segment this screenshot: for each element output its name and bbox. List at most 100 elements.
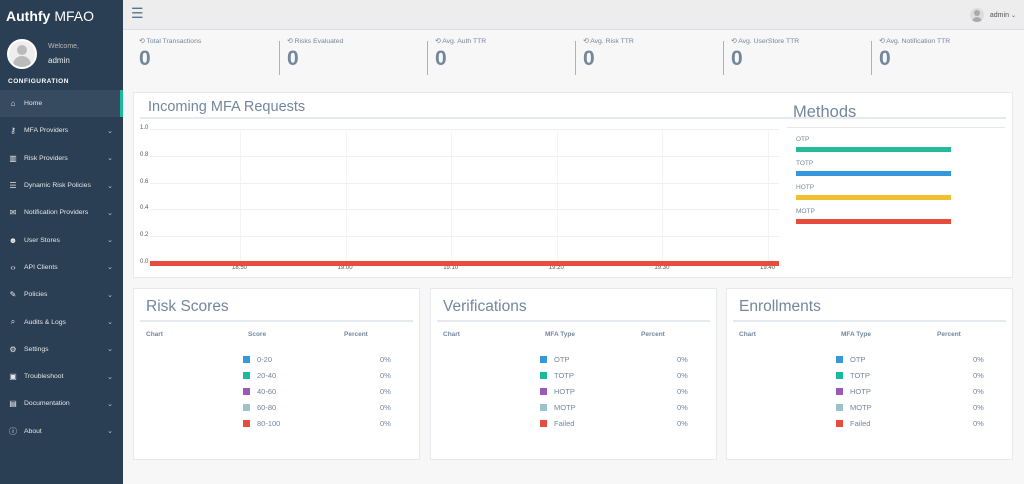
sidebar-item-about[interactable]: ⓘ About ⌄ xyxy=(0,418,123,445)
legend-label: 20-40 xyxy=(257,371,277,380)
legend-label: OTP xyxy=(850,355,866,364)
stat-value: 0 xyxy=(435,47,447,70)
chevron-down-icon: ⌄ xyxy=(107,428,113,436)
users-icon: ☻ xyxy=(8,235,18,245)
sidebar-item-user-stores[interactable]: ☻ User Stores ⌄ xyxy=(0,226,123,253)
legend-row: OTP xyxy=(836,355,865,364)
legend-swatch xyxy=(243,404,250,411)
sidebar-item-label: Risk Providers xyxy=(24,154,68,162)
method-row: TOTP xyxy=(787,160,1005,176)
legend-row: MOTP xyxy=(540,403,576,412)
line-chart: 1.0 0.8 0.6 0.4 0.2 0.0 18:50 19:00 19:10 19:20 19… xyxy=(134,121,784,276)
legend-row: 60-80 xyxy=(243,403,276,412)
sidebar-item-settings[interactable]: ⚙ Settings ⌄ xyxy=(0,336,123,363)
legend-swatch xyxy=(836,372,843,379)
clock-icon: ⟲ xyxy=(583,38,589,45)
sidebar-item-home[interactable]: ⌂ Home xyxy=(0,90,123,118)
column-header: Chart xyxy=(443,331,460,338)
stat-label: Avg. Notification TTR xyxy=(886,38,951,45)
sidebar-item-documentation[interactable]: ▤ Documentation ⌄ xyxy=(0,390,123,417)
legend-swatch xyxy=(836,404,843,411)
percent-value: 0% xyxy=(380,403,391,412)
methods-title: Methods xyxy=(787,99,1005,128)
enrollments-panel: Enrollments Chart MFA Type Percent OTP 0% TOTP… xyxy=(726,288,1013,460)
legend-label: MOTP xyxy=(850,403,872,412)
percent-value: 0% xyxy=(973,371,984,380)
risk-scores-panel: Risk Scores Chart Score Percent 0-20 0% 20-40 0… xyxy=(133,288,420,460)
sidebar-item-label: About xyxy=(24,427,42,435)
user-menu[interactable]: admin ⌄ xyxy=(969,8,1016,22)
column-header: MFA Type xyxy=(545,331,575,338)
y-tick-label: 0.0 xyxy=(140,259,149,265)
sidebar-item-label: User Stores xyxy=(24,236,60,244)
legend-label: HOTP xyxy=(850,387,871,396)
sidebar-item-mfa-providers[interactable]: ⚷ MFA Providers ⌄ xyxy=(0,117,123,144)
sidebar-item-label: Documentation xyxy=(24,400,70,408)
stat-tile: ⟲ Avg. UserStore TTR 0 xyxy=(723,33,799,75)
stat-divider xyxy=(427,41,428,75)
sidebar-item-dynamic-risk-policies[interactable]: ☰ Dynamic Risk Policies ⌄ xyxy=(0,172,123,199)
chevron-down-icon: ⌄ xyxy=(107,319,113,327)
search-icon: ⌕ xyxy=(10,317,16,327)
chevron-down-icon: ⌄ xyxy=(107,264,113,272)
legend-swatch xyxy=(836,388,843,395)
stats-row: ⟲ Total Transactions 0 ⟲ Risks Evaluated 0 ⟲… xyxy=(133,33,1013,78)
legend-label: 40-60 xyxy=(257,387,277,396)
legend-swatch xyxy=(540,356,547,363)
y-tick-label: 0.6 xyxy=(140,178,149,185)
chevron-down-icon: ⌄ xyxy=(1010,12,1016,19)
percent-value: 0% xyxy=(380,419,391,428)
y-tick-label: 0.8 xyxy=(140,151,149,158)
legend-row: TOTP xyxy=(836,371,870,380)
legend-label: 0-20 xyxy=(257,355,273,364)
legend-label: 60-80 xyxy=(257,403,277,412)
column-header: Chart xyxy=(739,331,756,338)
chevron-down-icon: ⌄ xyxy=(107,346,113,354)
info-icon: ⓘ xyxy=(9,426,17,436)
stat-divider xyxy=(279,41,280,75)
legend-label: OTP xyxy=(554,355,570,364)
x-tick-label: 19:10 xyxy=(443,265,459,271)
sidebar-item-notification-providers[interactable]: ✉ Notification Providers ⌄ xyxy=(0,199,123,226)
y-tick-label: 1.0 xyxy=(140,125,149,131)
stat-divider xyxy=(723,41,724,75)
legend-row: Failed xyxy=(836,419,870,428)
column-header: Percent xyxy=(344,331,368,338)
brand-suffix: MFAO xyxy=(54,8,94,24)
legend-label: Failed xyxy=(850,419,871,428)
sidebar-item-troubleshoot[interactable]: ▣ Troubleshoot ⌄ xyxy=(0,363,123,390)
sidebar-item-label: Home xyxy=(24,100,43,108)
gridline xyxy=(150,182,779,184)
legend-swatch xyxy=(540,404,547,411)
stat-tile: ⟲ Avg. Risk TTR 0 xyxy=(575,33,634,75)
gridline xyxy=(556,131,558,261)
gridline xyxy=(240,131,241,261)
stat-tile: ⟲ Risks Evaluated 0 xyxy=(279,33,343,75)
sidebar-item-risk-providers[interactable]: ▥ Risk Providers ⌄ xyxy=(0,145,123,172)
stat-label: Total Transactions xyxy=(146,38,202,45)
percent-value: 0% xyxy=(677,387,688,396)
method-row: HOTP xyxy=(787,184,1005,200)
legend-row: 20-40 xyxy=(243,371,276,380)
panel-title: Verifications xyxy=(437,289,710,322)
y-tick-label: 0.4 xyxy=(140,205,149,212)
legend-swatch xyxy=(540,420,547,427)
legend-swatch xyxy=(836,356,843,363)
percent-value: 0% xyxy=(973,403,984,412)
sidebar-item-label: Notification Providers xyxy=(24,209,89,217)
menu-toggle-icon[interactable]: ☰ xyxy=(131,6,144,20)
legend-row: 0-20 xyxy=(243,355,272,364)
welcome-text: Welcome, xyxy=(48,43,79,50)
gridline xyxy=(150,129,779,130)
sidebar-item-policies[interactable]: ✎ Policies ⌄ xyxy=(0,281,123,308)
stat-tile: ⟲ Avg. Auth TTR 0 xyxy=(427,33,486,75)
method-row: OTP xyxy=(787,136,1005,152)
legend-row: Failed xyxy=(540,419,574,428)
sidebar-item-label: Policies xyxy=(24,291,48,299)
sidebar-item-audits-logs[interactable]: ⌕ Audits & Logs ⌄ xyxy=(0,308,123,335)
brand[interactable]: Authfy MFAO xyxy=(0,0,123,32)
book-icon: ▤ xyxy=(9,399,17,409)
clock-icon: ⟲ xyxy=(139,38,145,45)
sidebar-item-api-clients[interactable]: ‹› API Clients ⌄ xyxy=(0,254,123,281)
x-tick-label: 19:40 xyxy=(760,265,776,271)
